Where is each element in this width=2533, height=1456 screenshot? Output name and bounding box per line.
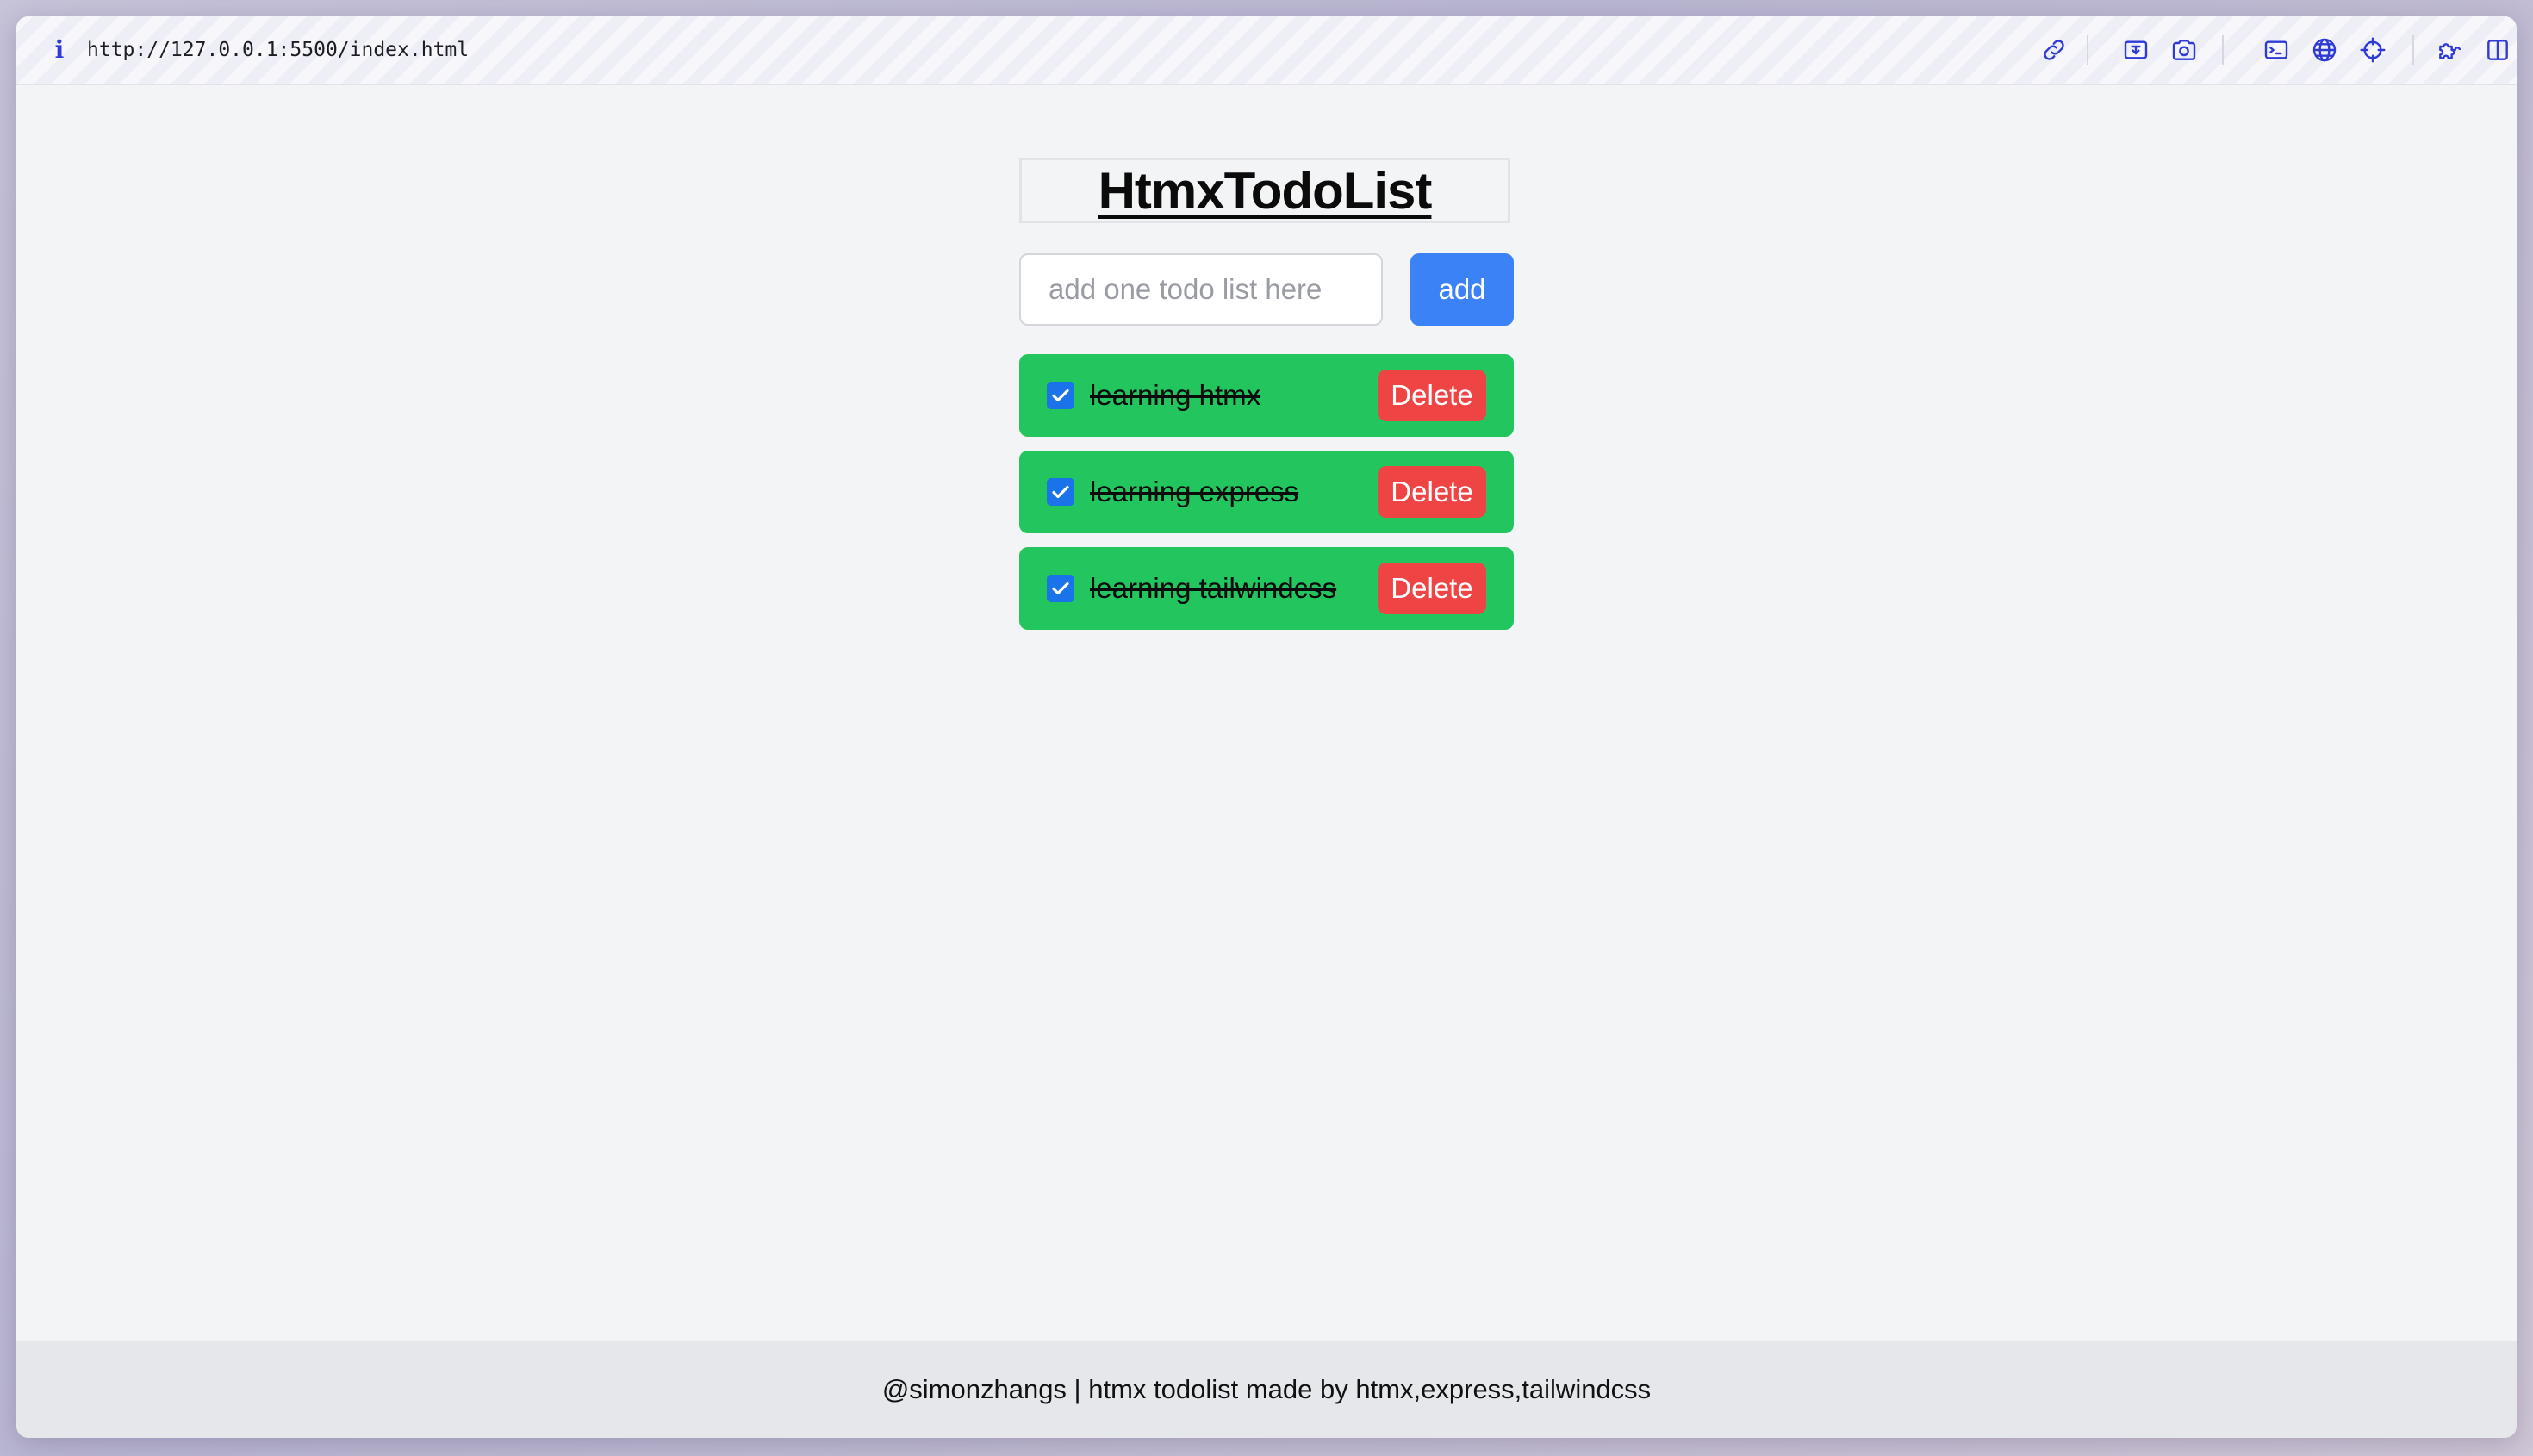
footer-text: @simonzhangs | htmx todolist made by htm… [881,1373,1652,1404]
todo-checkbox[interactable] [1047,478,1074,506]
page-content: HtmxTodoList add learning htmx Delete le… [16,85,2517,1357]
page-title: HtmxTodoList [1098,161,1433,220]
todo-checkbox[interactable] [1047,575,1074,602]
info-icon[interactable]: i [47,37,72,63]
globe-icon[interactable] [2307,33,2342,67]
toolbar-separator [2087,35,2088,65]
puzzle-icon[interactable] [2432,33,2467,67]
address-bar-url[interactable]: http://127.0.0.1:5500/index.html [87,35,469,65]
link-icon[interactable] [2037,33,2071,67]
delete-button[interactable]: Delete [1378,563,1486,614]
browser-window: i http://127.0.0.1:5500/index.html HtmxT… [16,16,2517,1438]
todo-text: learning htmx [1090,379,1261,411]
todo-text: learning tailwindcss [1090,572,1337,604]
todo-item: learning htmx Delete [1019,354,1514,437]
todo-item: learning tailwindcss Delete [1019,547,1514,630]
toolbar-separator [2222,35,2224,65]
todo-checkbox[interactable] [1047,382,1074,409]
delete-button[interactable]: Delete [1378,370,1486,421]
delete-button[interactable]: Delete [1378,466,1486,518]
todo-text: learning express [1090,476,1299,507]
split-view-icon[interactable] [2482,33,2513,67]
checkmark-icon [1052,389,1069,402]
browser-toolbar: i http://127.0.0.1:5500/index.html [16,16,2517,85]
todo-input[interactable] [1019,253,1383,326]
checkmark-icon [1052,582,1069,595]
screenshot-region-icon[interactable] [2119,33,2153,67]
checkmark-icon [1052,485,1069,499]
crosshair-icon[interactable] [2356,33,2390,67]
add-button[interactable]: add [1410,253,1514,326]
camera-icon[interactable] [2167,33,2201,67]
todo-item: learning express Delete [1019,451,1514,533]
footer: @simonzhangs | htmx todolist made by htm… [16,1341,2517,1438]
terminal-icon[interactable] [2259,33,2293,67]
title-container: HtmxTodoList [1019,158,1510,223]
todo-list: learning htmx Delete learning express De… [1019,354,1514,644]
toolbar-separator [2412,35,2414,65]
